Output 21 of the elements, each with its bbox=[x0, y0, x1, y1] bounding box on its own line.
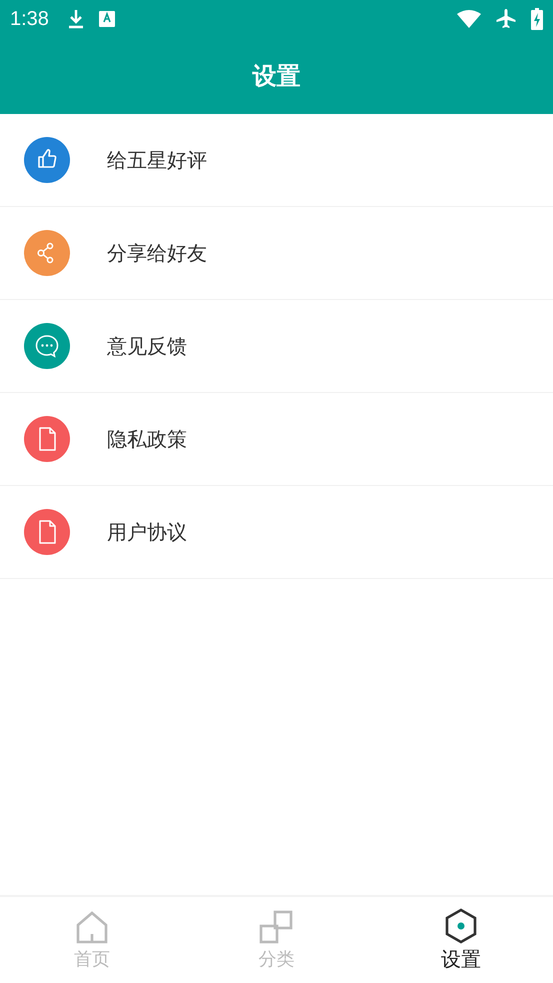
settings-item[interactable]: 隐私政策 bbox=[0, 393, 553, 486]
item-label: 隐私政策 bbox=[107, 426, 187, 452]
overlapping-squares-icon bbox=[258, 909, 294, 945]
settings-item[interactable]: 分享给好友 bbox=[0, 207, 553, 300]
home-icon bbox=[74, 909, 110, 945]
item-label: 意见反馈 bbox=[107, 332, 187, 360]
settings-item[interactable]: 意见反馈 bbox=[0, 300, 553, 393]
item-label: 分享给好友 bbox=[107, 240, 207, 266]
status-time: 1:38 bbox=[10, 8, 49, 30]
item-label: 给五星好评 bbox=[107, 146, 207, 174]
nav-tab[interactable]: 设置 bbox=[368, 897, 553, 983]
download-icon bbox=[66, 9, 85, 29]
settings-item[interactable]: 给五星好评 bbox=[0, 114, 553, 207]
hexagon-icon bbox=[442, 908, 479, 944]
item-label: 用户协议 bbox=[107, 518, 187, 546]
wifi-icon bbox=[457, 10, 481, 28]
keyboard-letter-icon bbox=[98, 11, 115, 27]
battery-icon bbox=[531, 8, 543, 30]
airplane-icon bbox=[495, 8, 517, 30]
page-title: 设置 bbox=[252, 61, 300, 92]
settings-item[interactable]: 用户协议 bbox=[0, 486, 553, 579]
